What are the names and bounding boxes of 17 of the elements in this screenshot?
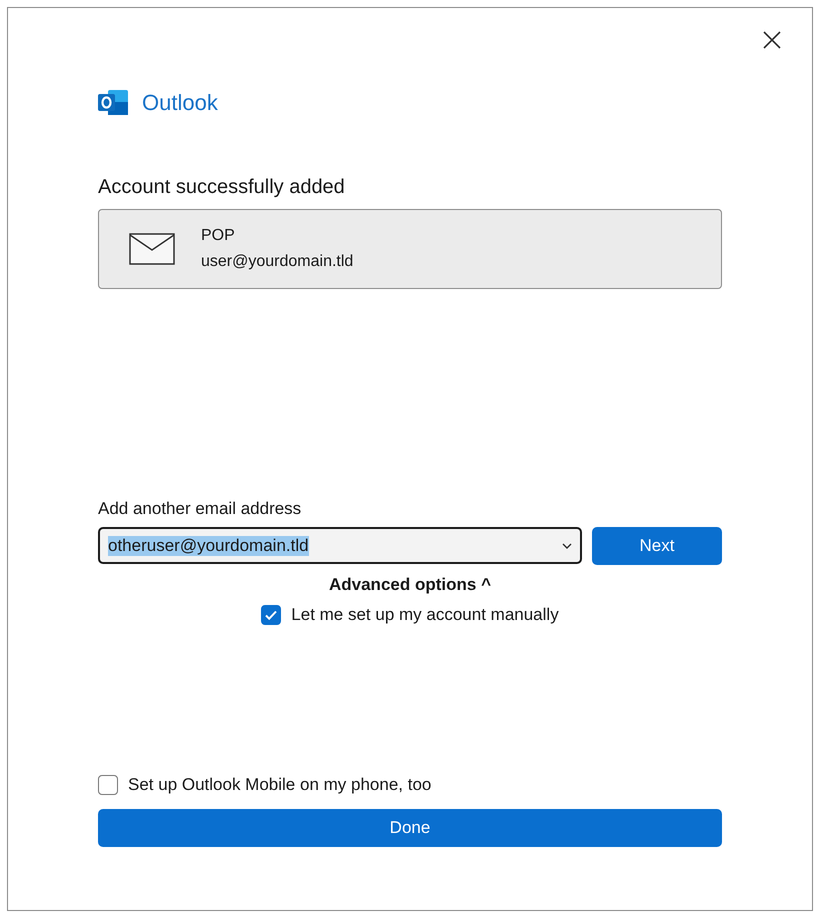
- brand-name: Outlook: [142, 90, 218, 116]
- envelope-icon: [129, 233, 175, 265]
- done-button[interactable]: Done: [98, 809, 722, 847]
- checkmark-icon: [264, 608, 278, 622]
- field-label: Add another email address: [98, 499, 302, 519]
- advanced-options-toggle[interactable]: Advanced options ^: [324, 573, 496, 597]
- email-field[interactable]: otheruser@yourdomain.tld: [98, 527, 582, 564]
- account-type: POP: [201, 227, 236, 245]
- account-email: user@yourdomain.tld: [201, 253, 354, 271]
- heading: Account successfully added: [98, 176, 346, 199]
- checkbox[interactable]: [98, 775, 118, 795]
- checkbox-label: Set up Outlook Mobile on my phone, too: [128, 775, 432, 795]
- next-button[interactable]: Next: [592, 527, 722, 565]
- checkbox[interactable]: [261, 605, 282, 625]
- chevron-down-icon: [562, 542, 572, 548]
- checkbox-label: Let me set up my account manually: [291, 605, 559, 625]
- outlook-logo-icon: [98, 88, 130, 118]
